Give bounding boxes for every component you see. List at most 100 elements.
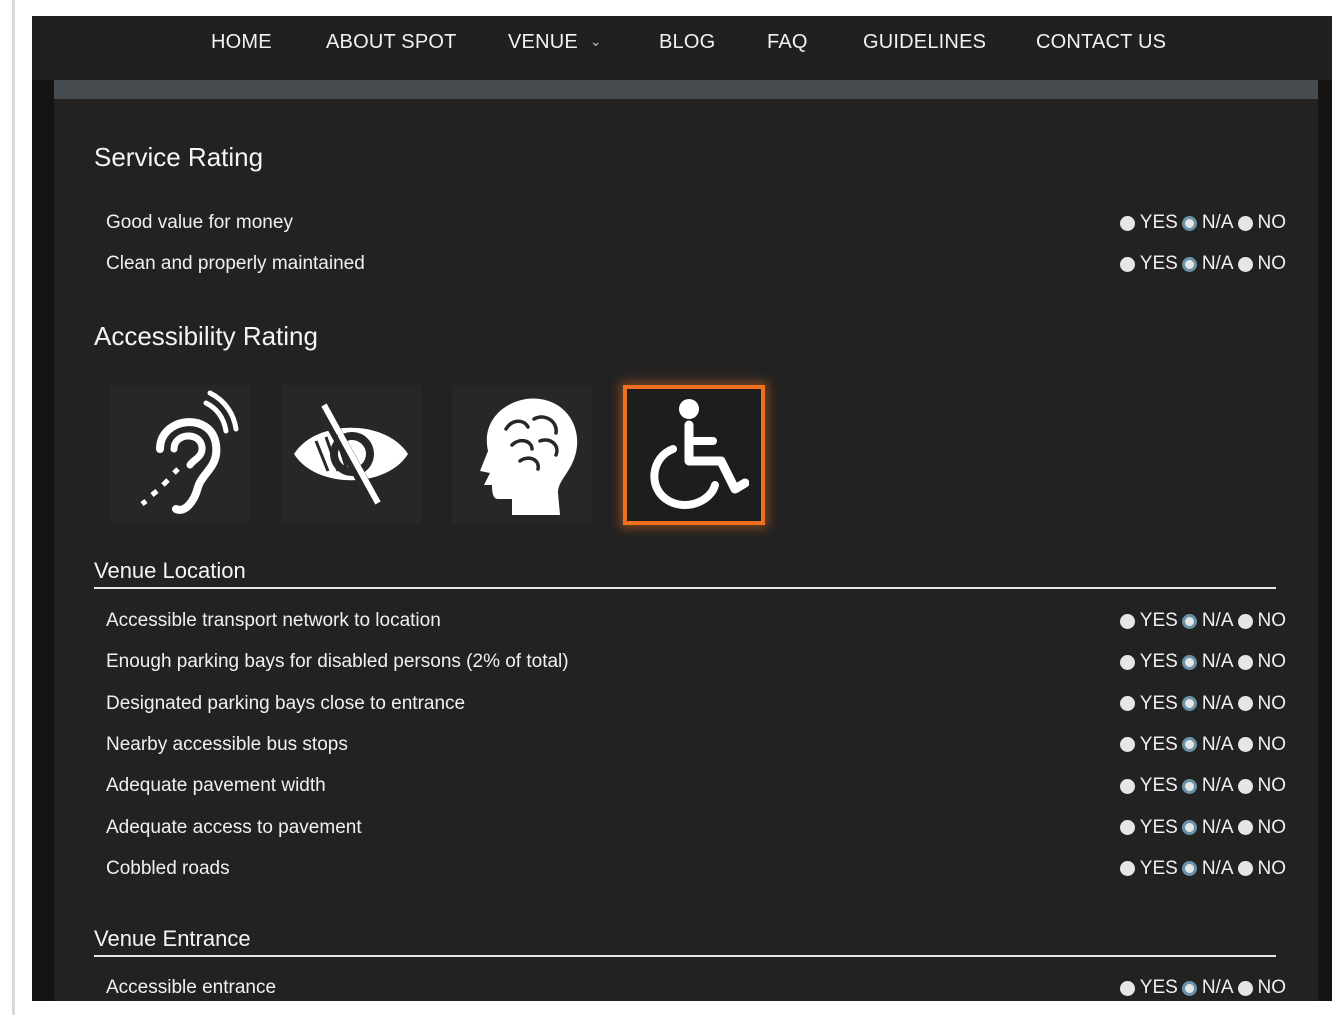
radio-label: NO [1257, 857, 1287, 879]
radio-option-yes[interactable]: YES [1119, 610, 1178, 632]
radio-option-no[interactable]: NO [1237, 857, 1287, 880]
radio-option-yes[interactable]: YES [1119, 858, 1178, 880]
radio-button[interactable] [1119, 256, 1135, 272]
radio-button[interactable] [1181, 820, 1197, 835]
radio-option-na[interactable]: N/A [1181, 610, 1234, 632]
radio-option-yes[interactable]: YES [1119, 692, 1178, 715]
radio-label: N/A [1201, 212, 1234, 233]
question-row: Adequate pavement width YES N/A NO [106, 771, 1286, 801]
radio-button[interactable] [1237, 778, 1253, 794]
radio-label: N/A [1201, 816, 1234, 838]
radio-button[interactable] [1237, 820, 1253, 835]
radio-label: NO [1257, 733, 1287, 755]
radio-button[interactable] [1237, 613, 1253, 629]
question-label: Nearby accessible bus stops [106, 733, 348, 755]
radio-button[interactable] [1181, 980, 1197, 996]
radio-button[interactable] [1181, 613, 1197, 629]
radio-label: YES [1139, 733, 1178, 755]
nav-venue[interactable]: VENUE ⌄ [508, 16, 602, 80]
nav-home[interactable]: HOME [211, 16, 272, 80]
radio-button[interactable] [1119, 215, 1135, 231]
radio-button[interactable] [1237, 654, 1253, 670]
radio-label: YES [1139, 816, 1178, 838]
radio-button[interactable] [1181, 696, 1197, 712]
radio-label: YES [1139, 775, 1178, 797]
service-rating-title: Service Rating [94, 142, 264, 172]
cognitive-impairment-tile[interactable] [452, 385, 592, 523]
radio-button[interactable] [1119, 778, 1135, 794]
radio-button[interactable] [1237, 980, 1253, 996]
radio-label: N/A [1201, 651, 1234, 673]
radio-option-yes[interactable]: YES [1119, 212, 1178, 234]
answer-radio-group: YES N/A NO [1119, 249, 1286, 279]
radio-button[interactable] [1119, 696, 1135, 712]
radio-option-no[interactable]: NO [1237, 253, 1286, 275]
radio-label: N/A [1201, 692, 1234, 714]
nav-guidelines[interactable]: GUIDELINES [863, 16, 986, 80]
hearing-impaired-tile[interactable] [110, 385, 250, 523]
radio-option-no[interactable]: NO [1237, 212, 1286, 234]
radio-button[interactable] [1237, 256, 1253, 272]
radio-option-no[interactable]: NO [1237, 693, 1286, 715]
nav-contact-us[interactable]: CONTACT US [1036, 16, 1166, 80]
radio-option-yes[interactable]: YES [1119, 651, 1178, 673]
radio-option-na[interactable]: N/A [1181, 212, 1234, 234]
radio-button[interactable] [1237, 696, 1253, 712]
radio-option-na[interactable]: N/A [1181, 651, 1234, 673]
radio-option-no[interactable]: NO [1237, 817, 1286, 839]
radio-button[interactable] [1181, 737, 1197, 753]
radio-button[interactable] [1181, 654, 1197, 670]
venue-location-divider [94, 587, 1276, 589]
radio-button[interactable] [1119, 613, 1135, 629]
wheelchair-tile[interactable] [623, 385, 765, 525]
radio-button[interactable] [1119, 861, 1135, 877]
question-row: Designated parking bays close to entranc… [106, 689, 1286, 719]
radio-option-na[interactable]: N/A [1181, 977, 1234, 999]
top-navigation: HOME ABOUT SPOT VENUE ⌄ BLOG FAQ GUIDELIN… [32, 16, 1332, 80]
radio-button[interactable] [1119, 654, 1135, 670]
radio-button[interactable] [1119, 820, 1135, 835]
radio-label: YES [1139, 253, 1178, 275]
radio-button[interactable] [1237, 861, 1253, 877]
question-label: Accessible entrance [106, 977, 277, 998]
radio-option-no[interactable]: NO [1237, 775, 1286, 797]
radio-option-yes[interactable]: YES [1119, 816, 1178, 839]
radio-option-na[interactable]: N/A [1181, 858, 1234, 880]
radio-option-no[interactable]: NO [1237, 610, 1286, 632]
radio-option-yes[interactable]: YES [1119, 977, 1178, 999]
radio-option-no[interactable]: NO [1237, 733, 1287, 756]
answer-radio-group: YES N/A NO [1119, 208, 1286, 238]
radio-option-no[interactable]: NO [1237, 977, 1286, 999]
nav-about-spot[interactable]: ABOUT SPOT [326, 16, 457, 80]
radio-button[interactable] [1181, 215, 1197, 231]
radio-button[interactable] [1181, 861, 1197, 877]
radio-button[interactable] [1181, 256, 1197, 272]
radio-option-na[interactable]: N/A [1181, 734, 1234, 756]
venue-entrance-divider [94, 955, 1276, 957]
visually-impaired-tile[interactable] [281, 385, 421, 523]
answer-radio-group: YES N/A NO [1119, 973, 1286, 1003]
question-row: Enough parking bays for disabled persons… [106, 647, 1286, 677]
question-label: Adequate pavement width [106, 775, 326, 797]
nav-blog[interactable]: BLOG [659, 16, 715, 80]
radio-option-na[interactable]: N/A [1181, 253, 1234, 275]
radio-button[interactable] [1181, 778, 1197, 794]
question-row: Accessible transport network to location… [106, 606, 1286, 636]
radio-button[interactable] [1119, 980, 1135, 996]
radio-button[interactable] [1119, 737, 1135, 753]
question-label: Designated parking bays close to entranc… [106, 692, 466, 714]
radio-button[interactable] [1237, 737, 1253, 753]
radio-option-na[interactable]: N/A [1181, 775, 1234, 797]
nav-faq[interactable]: FAQ [767, 16, 808, 80]
radio-label: YES [1139, 692, 1178, 714]
radio-option-yes[interactable]: YES [1119, 253, 1178, 275]
radio-option-yes[interactable]: YES [1119, 733, 1178, 756]
question-row: Accessible entrance YES N/A NO [106, 973, 1286, 1003]
radio-option-yes[interactable]: YES [1119, 775, 1178, 797]
question-label: Enough parking bays for disabled persons… [106, 651, 569, 673]
radio-label: YES [1139, 977, 1178, 998]
radio-option-na[interactable]: N/A [1181, 692, 1234, 715]
radio-button[interactable] [1237, 215, 1253, 231]
radio-option-no[interactable]: NO [1237, 651, 1286, 673]
radio-option-na[interactable]: N/A [1181, 816, 1234, 839]
